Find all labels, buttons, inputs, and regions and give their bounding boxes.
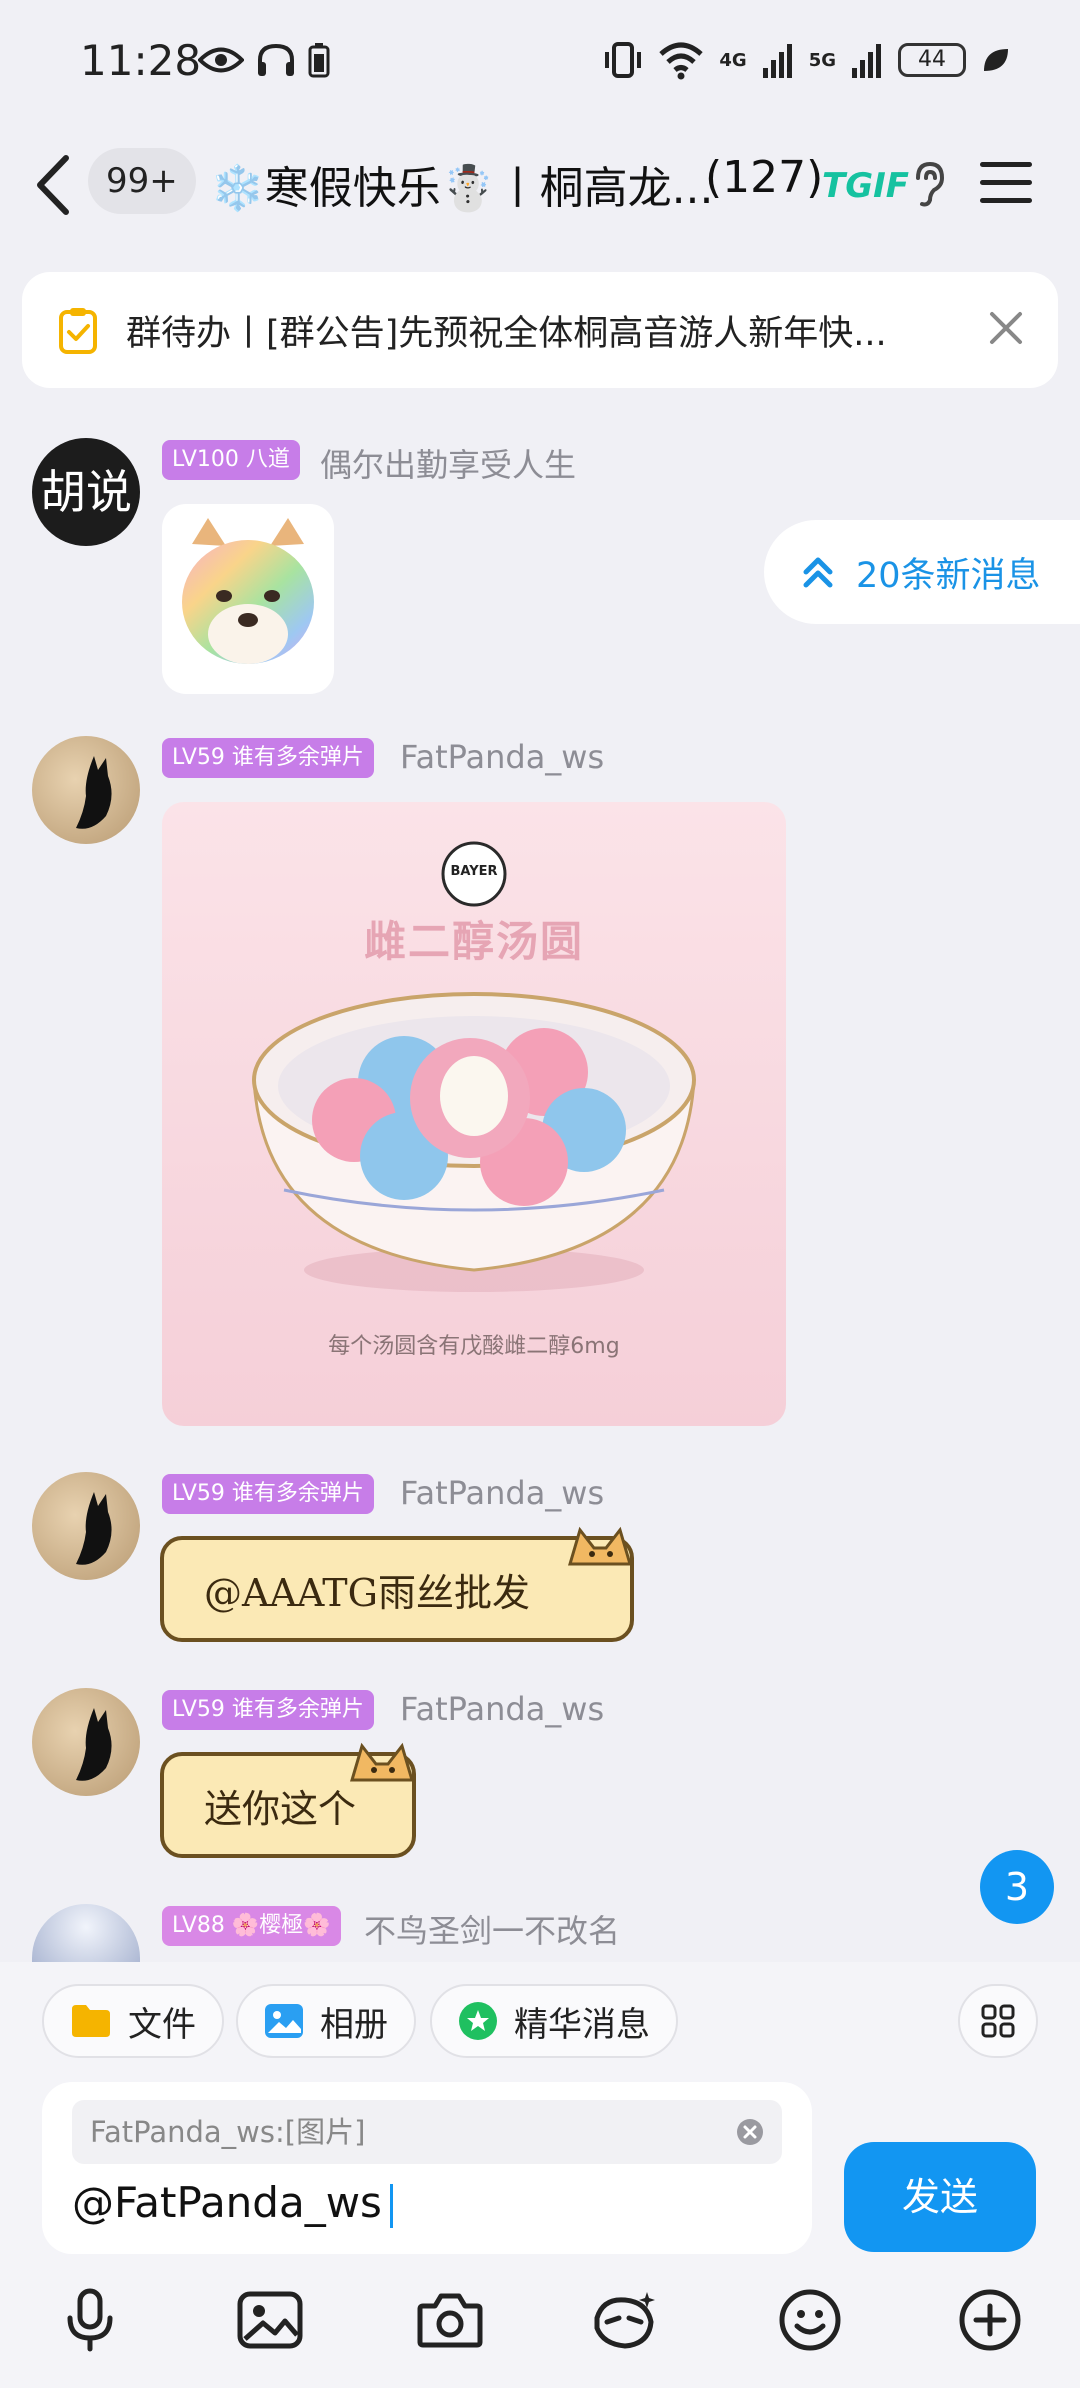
level-tag: LV100 八道 (162, 440, 300, 480)
network-4g-label: 4G (719, 49, 747, 71)
cat-peek-icon (567, 1526, 633, 1566)
reply-quote: FatPanda_ws:[图片] (72, 2100, 782, 2164)
avatar[interactable] (32, 736, 140, 844)
avatar[interactable] (32, 1904, 140, 1962)
close-icon[interactable] (984, 306, 1028, 350)
doge-sticker[interactable] (162, 504, 334, 694)
photo-icon (265, 2004, 303, 2038)
doge-image (182, 518, 314, 664)
cat-silhouette-icon (76, 756, 112, 829)
cat-silhouette-icon (76, 1492, 112, 1565)
grid-icon (981, 2004, 1015, 2038)
image-caption: 每个汤圆含有戊酸雌二醇6mg (328, 1334, 620, 1359)
folder-icon (72, 2005, 110, 2037)
cat-peek-icon (349, 1742, 415, 1782)
clear-reply-icon[interactable] (736, 2118, 764, 2146)
sender-name[interactable]: FatPanda_ws (400, 1690, 604, 1728)
status-icons-right: 4G 5G 44 (603, 40, 1010, 80)
headphones-icon (258, 43, 294, 76)
image-icon (237, 2291, 303, 2349)
text-cursor (389, 2183, 393, 2228)
leaf-icon (984, 49, 1008, 71)
bayer-logo-text: BAYER (450, 864, 498, 879)
star-icon (459, 2002, 497, 2040)
avatar[interactable]: 胡说 (32, 438, 140, 546)
tangyuan-bowl-image (252, 992, 696, 1292)
new-messages-pill[interactable]: 20条新消息 (764, 520, 1080, 624)
unread-count-badge[interactable]: 99+ (88, 148, 196, 214)
level-tag: LV88 🌸樱極🌸 (162, 1906, 341, 1946)
camera-icon (417, 2293, 483, 2348)
level-tag: LV59 谁有多余弹片 (162, 1474, 374, 1514)
group-todo-banner[interactable]: 群待办丨[群公告]先预祝全体桐高音游人新年快... (22, 272, 1058, 388)
group-title[interactable]: ❄️寒假快乐☃️丨桐高龙... (210, 152, 714, 216)
level-tag: LV59 谁有多余弹片 (162, 738, 374, 778)
menu-icon[interactable] (978, 158, 1034, 208)
quick-action-label: 相册 (320, 2004, 388, 2045)
unread-mention-badge[interactable]: 3 (980, 1850, 1054, 1924)
magic-button[interactable] (586, 2280, 666, 2360)
camera-button[interactable] (410, 2280, 490, 2360)
new-messages-label: 20条新消息 (856, 555, 1041, 596)
microphone-icon (67, 2288, 113, 2352)
sticker-text: 送你这个 (204, 1786, 357, 1831)
voice-button[interactable] (50, 2280, 130, 2360)
eye-icon (198, 47, 244, 73)
message-input[interactable]: @FatPanda_ws (72, 2178, 393, 2228)
more-button[interactable] (950, 2280, 1030, 2360)
network-5g-label: 5G (808, 49, 836, 71)
image-picker-button[interactable] (230, 2280, 310, 2360)
avatar[interactable] (32, 1472, 140, 1580)
more-apps-button[interactable] (958, 1984, 1038, 2058)
quick-action-file[interactable]: 文件 (42, 1984, 224, 2058)
sender-name[interactable]: 不鸟圣剑一不改名 (364, 1906, 620, 1952)
quick-action-album[interactable]: 相册 (236, 1984, 416, 2058)
sender-name[interactable]: FatPanda_ws (400, 1474, 604, 1512)
image-title: 雌二醇汤圆 (363, 917, 584, 966)
sender-name[interactable]: 偶尔出勤享受人生 (320, 440, 576, 486)
sender-name[interactable]: FatPanda_ws (400, 738, 604, 776)
image-message[interactable]: BAYER 雌二醇汤圆 每个汤圆含有戊酸雌二醇6mg (162, 802, 786, 1426)
cat-silhouette-icon (76, 1708, 112, 1781)
status-icons-left (198, 42, 330, 78)
quick-action-essence[interactable]: 精华消息 (430, 1984, 678, 2058)
emoji-button[interactable] (770, 2280, 850, 2360)
avatar[interactable] (32, 1688, 140, 1796)
chat-header: 99+ ❄️寒假快乐☃️丨桐高龙... (127) TGIF (0, 130, 1080, 240)
clipboard-check-icon (59, 308, 97, 354)
plus-icon (959, 2289, 1021, 2351)
battery-indicator: 44 (898, 43, 966, 77)
back-arrow-icon[interactable] (32, 152, 76, 218)
status-bar: 11:28 4G 5G 44 (0, 0, 1080, 130)
quick-action-label: 文件 (128, 2004, 196, 2045)
quick-action-label: 精华消息 (514, 2004, 650, 2045)
send-button[interactable]: 发送 (844, 2142, 1036, 2252)
status-time: 11:28 (80, 36, 202, 85)
message-input-box[interactable]: FatPanda_ws:[图片] @FatPanda_ws (42, 2082, 812, 2254)
vibrate-icon (605, 42, 642, 78)
signal-icon (852, 44, 881, 78)
signal-icon (762, 44, 792, 78)
reply-quote-text: FatPanda_ws:[图片] (90, 2115, 366, 2149)
double-chevron-up-icon (803, 557, 833, 588)
group-member-count[interactable]: (127) (705, 152, 823, 203)
sticker-text: @AAATG雨丝批发 (204, 1570, 530, 1615)
level-tag: LV59 谁有多余弹片 (162, 1690, 374, 1730)
battery-small-icon (308, 43, 330, 78)
group-logo: TGIF (822, 166, 909, 206)
notice-text: 群待办丨[群公告]先预祝全体桐高音游人新年快... (126, 313, 887, 354)
emoji-icon (779, 2289, 841, 2351)
magic-icon (594, 2292, 655, 2349)
wifi-icon (659, 42, 704, 80)
message-input-value: @FatPanda_ws (72, 2178, 382, 2227)
ear-icon[interactable] (908, 160, 948, 208)
